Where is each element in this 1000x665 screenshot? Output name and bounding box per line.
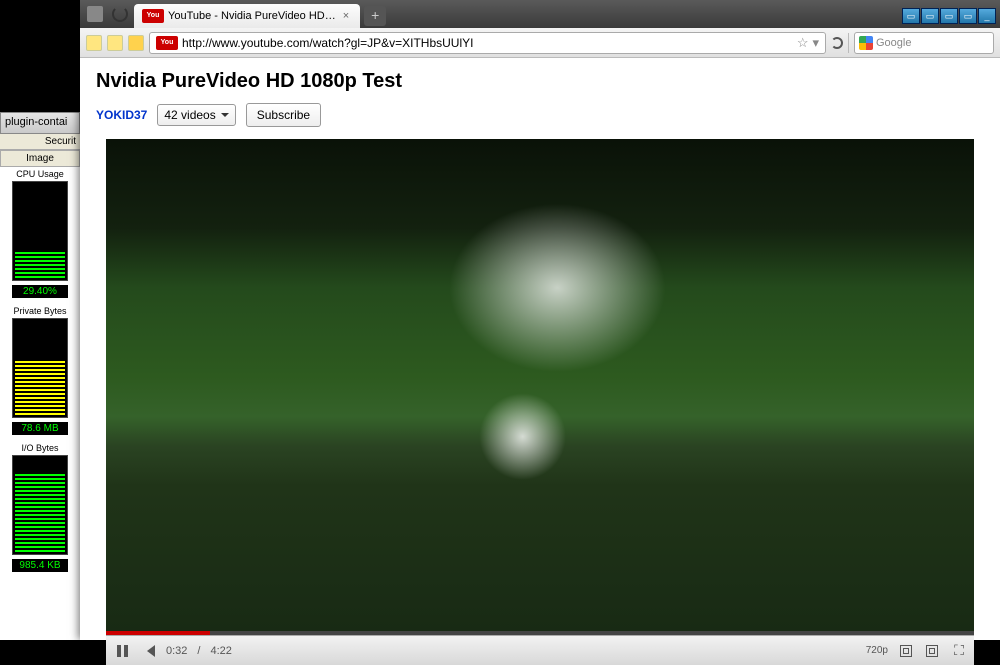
procexp-header: Securit: [0, 134, 80, 150]
size-toggle-button[interactable]: [898, 643, 914, 659]
meter-label: CPU Usage: [0, 167, 80, 181]
subscribe-button[interactable]: Subscribe: [246, 103, 321, 127]
folder-icon[interactable]: [128, 35, 144, 51]
time-duration: 4:22: [210, 645, 231, 657]
meter-label: Private Bytes: [0, 304, 80, 318]
search-input[interactable]: Google: [854, 32, 994, 54]
time-elapsed: 0:32: [166, 645, 187, 657]
fullscreen-button[interactable]: ⛶: [950, 643, 966, 659]
window-btn-2[interactable]: ▭: [921, 8, 939, 24]
volume-button[interactable]: [140, 643, 156, 659]
search-placeholder: Google: [876, 37, 911, 49]
reload-icon[interactable]: [112, 6, 128, 22]
window-btn-4[interactable]: ▭: [959, 8, 977, 24]
youtube-favicon-icon: You: [142, 9, 164, 23]
dropdown-caret-icon[interactable]: ▾: [812, 35, 819, 51]
video-count-dropdown[interactable]: 42 videos: [157, 104, 235, 126]
taskbar-app-item[interactable]: plugin-contai: [0, 112, 80, 134]
google-icon: [859, 36, 873, 50]
meter-graph: [12, 455, 68, 555]
popout-button[interactable]: [924, 643, 940, 659]
bookmark-star-icon[interactable]: ☆: [797, 35, 809, 51]
page-content: Nvidia PureVideo HD 1080p Test YOKID37 4…: [80, 58, 1000, 665]
volume-icon: [141, 645, 155, 657]
pause-icon: [117, 645, 128, 657]
url-text: http://www.youtube.com/watch?gl=JP&v=XIT…: [182, 36, 793, 50]
video-count-text: 42 videos: [164, 108, 215, 122]
divider: [848, 33, 849, 53]
chevron-down-icon: [221, 113, 229, 121]
tab-close-icon[interactable]: ×: [340, 10, 352, 22]
popout-icon: [926, 645, 938, 657]
bookmark-icon-1[interactable]: [86, 35, 102, 51]
window-btn-1[interactable]: ▭: [902, 8, 920, 24]
window-btn-3[interactable]: ▭: [940, 8, 958, 24]
meter-label: I/O Bytes: [0, 441, 80, 455]
browser-tab[interactable]: You YouTube - Nvidia PureVideo HD… ×: [134, 4, 360, 28]
meter-value: 985.4 KB: [12, 559, 68, 572]
video-player[interactable]: 0:32 / 4:22 720p ⛶: [106, 139, 974, 665]
window-minimize[interactable]: _: [978, 8, 996, 24]
new-tab-button[interactable]: +: [364, 6, 386, 26]
quality-button[interactable]: 720p: [866, 645, 888, 656]
meter-graph: [12, 318, 68, 418]
tab-bar: You YouTube - Nvidia PureVideo HD… × + ▭…: [80, 0, 1000, 28]
url-input[interactable]: You http://www.youtube.com/watch?gl=JP&v…: [149, 32, 826, 54]
youtube-icon: You: [156, 36, 178, 50]
procexp-column-header[interactable]: Image: [0, 150, 80, 167]
meter-graph: [12, 181, 68, 281]
time-sep: /: [197, 645, 200, 657]
meter-value: 78.6 MB: [12, 422, 68, 435]
video-frame: [106, 139, 974, 635]
reload-button-icon[interactable]: [831, 37, 843, 49]
tab-title: YouTube - Nvidia PureVideo HD…: [168, 10, 336, 22]
meter-value: 29.40%: [12, 285, 68, 298]
process-explorer-panel: Securit Image CPU Usage 29.40% Private By…: [0, 134, 80, 640]
firefox-icon[interactable]: [87, 6, 103, 22]
video-title: Nvidia PureVideo HD 1080p Test: [96, 70, 984, 93]
bookmark-icon-2[interactable]: [107, 35, 123, 51]
expand-icon: [900, 645, 912, 657]
pause-button[interactable]: [114, 643, 130, 659]
url-bar: You http://www.youtube.com/watch?gl=JP&v…: [80, 28, 1000, 58]
channel-link[interactable]: YOKID37: [96, 108, 147, 122]
browser-window: You YouTube - Nvidia PureVideo HD… × + ▭…: [80, 0, 1000, 640]
